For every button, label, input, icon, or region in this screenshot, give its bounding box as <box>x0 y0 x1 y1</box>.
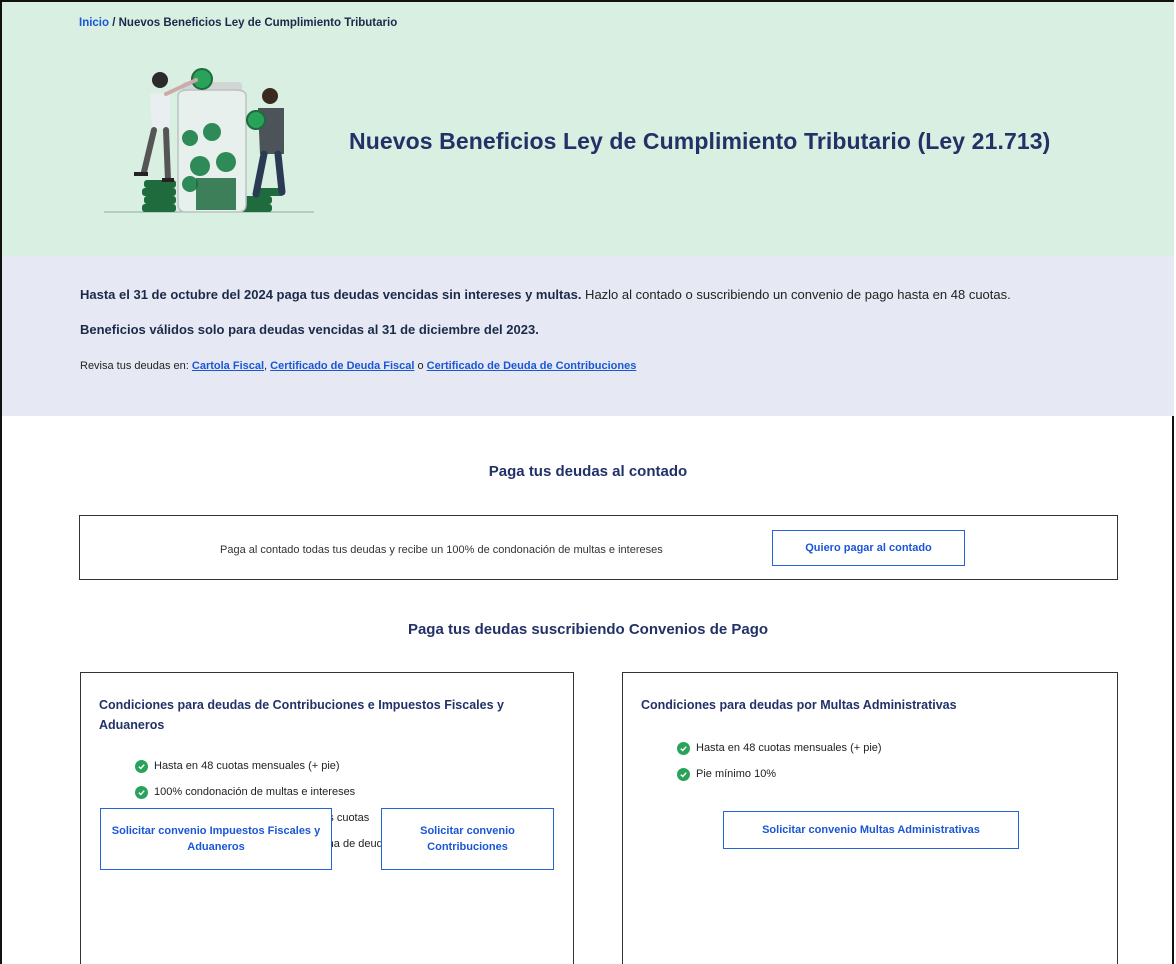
list-item: Hasta en 48 cuotas mensuales (+ pie) <box>135 753 389 779</box>
solicitar-convenio-multas-button[interactable]: Solicitar convenio Multas Administrativa… <box>723 811 1019 849</box>
card-title: Condiciones para deudas de Contribucione… <box>99 698 504 732</box>
contado-box: Paga al contado todas tus deudas y recib… <box>79 515 1118 580</box>
links-separator-o: o <box>414 360 427 372</box>
breadcrumb-separator: / <box>109 17 119 29</box>
check-circle-icon <box>135 759 148 773</box>
info-line-deadline: Hasta el 31 de octubre del 2024 paga tus… <box>80 287 1011 302</box>
conditions-list: Hasta en 48 cuotas mensuales (+ pie) Pie… <box>677 735 882 787</box>
info-validity-text: Beneficios válidos solo para deudas venc… <box>80 322 539 337</box>
check-circle-icon <box>135 785 148 799</box>
savings-jar-illustration <box>104 68 314 213</box>
info-deadline-rest: Hazlo al contado o suscribiendo un conve… <box>581 287 1011 302</box>
breadcrumb: Inicio / Nuevos Beneficios Ley de Cumpli… <box>79 17 397 29</box>
info-line-links: Revisa tus deudas en: Cartola Fiscal, Ce… <box>80 360 636 372</box>
list-item: Hasta en 48 cuotas mensuales (+ pie) <box>677 735 882 761</box>
certificado-deuda-contribuciones-link[interactable]: Certificado de Deuda de Contribuciones <box>427 360 637 372</box>
info-panel: Hasta el 31 de octubre del 2024 paga tus… <box>2 256 1174 416</box>
solicitar-convenio-impuestos-button[interactable]: Solicitar convenio Impuestos Fiscales y … <box>100 808 332 870</box>
check-circle-icon <box>677 767 690 781</box>
list-item-text: 100% condonación de multas e intereses <box>154 786 356 798</box>
page-title: Nuevos Beneficios Ley de Cumplimiento Tr… <box>349 128 1051 154</box>
list-item-text: Hasta en 48 cuotas mensuales (+ pie) <box>696 742 882 754</box>
list-item-text: Pie mínimo 10% <box>696 768 777 780</box>
breadcrumb-current: Nuevos Beneficios Ley de Cumplimiento Tr… <box>118 17 398 29</box>
info-deadline-bold: Hasta el 31 de octubre del 2024 paga tus… <box>80 287 582 302</box>
certificado-deuda-fiscal-link[interactable]: Certificado de Deuda Fiscal <box>270 360 414 372</box>
list-item-text: Hasta en 48 cuotas mensuales (+ pie) <box>154 760 340 772</box>
card-contribuciones-impuestos: Condiciones para deudas de Contribucione… <box>80 672 574 964</box>
info-links-prefix: Revisa tus deudas en: <box>80 360 192 372</box>
hero-banner: Inicio / Nuevos Beneficios Ley de Cumpli… <box>2 2 1174 256</box>
contado-description: Paga al contado todas tus deudas y recib… <box>220 544 663 556</box>
pagar-contado-button[interactable]: Quiero pagar al contado <box>772 530 965 566</box>
cartola-fiscal-link[interactable]: Cartola Fiscal <box>192 360 264 372</box>
card-title: Condiciones para deudas por Multas Admin… <box>641 698 957 712</box>
info-line-validity: Beneficios válidos solo para deudas venc… <box>80 322 539 337</box>
list-item: Pie mínimo 10% <box>677 761 882 787</box>
solicitar-convenio-contribuciones-button[interactable]: Solicitar convenio Contribuciones <box>381 808 554 870</box>
card-multas-administrativas: Condiciones para deudas por Multas Admin… <box>622 672 1118 964</box>
section-heading-convenios: Paga tus deudas suscribiendo Convenios d… <box>407 621 769 638</box>
list-item: 100% condonación de multas e intereses <box>135 779 389 805</box>
check-circle-icon <box>677 741 690 755</box>
breadcrumb-home-link[interactable]: Inicio <box>79 17 109 29</box>
section-heading-contado: Paga tus deudas al contado <box>488 463 688 480</box>
